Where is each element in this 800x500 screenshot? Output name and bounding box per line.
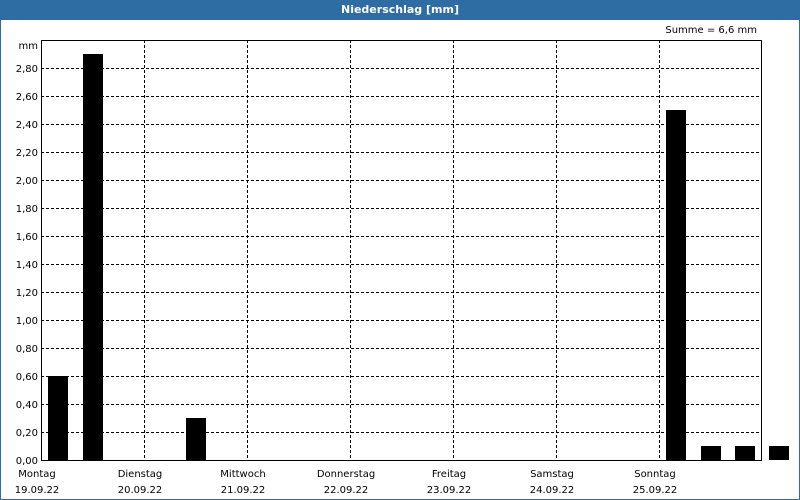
x-tick-day-label: Mittwoch — [220, 469, 265, 480]
bar — [701, 446, 721, 460]
grid-lines — [41, 40, 761, 460]
x-tick-date-label: 23.09.22 — [427, 485, 472, 496]
x-tick-date-label: 22.09.22 — [324, 485, 369, 496]
y-tick-label: 1,40 — [16, 260, 38, 271]
x-tick-date-label: 25.09.22 — [633, 485, 678, 496]
x-tick-day-label: Samstag — [530, 469, 574, 480]
y-tick-label: 0,80 — [16, 344, 38, 355]
y-axis-tick-labels: 0,00 0,20 0,40 0,60 0,80 1,00 1,20 1,40 1,60 1,80… — [16, 64, 38, 467]
x-tick-date-label: 21.09.22 — [221, 485, 266, 496]
y-tick-label: 2,60 — [16, 92, 38, 103]
x-tick-day-label: Sonntag — [634, 469, 676, 480]
y-tick-label: 1,80 — [16, 204, 38, 215]
x-tick-day-label: Dienstag — [118, 469, 163, 480]
x-tick-date-label: 19.09.22 — [15, 485, 60, 496]
y-tick-label: 1,00 — [16, 316, 38, 327]
bar — [48, 376, 68, 460]
bar — [83, 54, 103, 460]
y-tick-label: 2,00 — [16, 176, 38, 187]
y-tick-label: 1,20 — [16, 288, 38, 299]
bar-series — [48, 54, 789, 460]
bar — [666, 110, 686, 460]
x-tick-date-label: 20.09.22 — [118, 485, 163, 496]
bar — [186, 418, 206, 460]
y-tick-label: 2,80 — [16, 64, 38, 75]
y-tick-label: 2,40 — [16, 120, 38, 131]
bar — [769, 446, 789, 460]
y-tick-label: 2,20 — [16, 148, 38, 159]
plot-area-border — [41, 40, 762, 461]
bar — [735, 446, 755, 460]
x-tick-day-label: Montag — [18, 469, 55, 480]
y-tick-label: 0,20 — [16, 428, 38, 439]
y-tick-label: 0,60 — [16, 372, 38, 383]
y-tick-label: 1,60 — [16, 232, 38, 243]
x-tick-day-label: Donnerstag — [317, 469, 375, 480]
x-axis-tick-labels: Montag 19.09.22 Dienstag 20.09.22 Mittwoch 21… — [15, 469, 678, 496]
y-axis-label: mm — [19, 41, 38, 52]
y-tick-label: 0,00 — [16, 456, 38, 467]
x-tick-date-label: 24.09.22 — [530, 485, 575, 496]
x-tick-day-label: Freitag — [432, 469, 466, 480]
precipitation-chart: 0,00 0,20 0,40 0,60 0,80 1,00 1,20 1,40 1,60 1,80… — [15, 40, 789, 496]
y-tick-label: 0,40 — [16, 400, 38, 411]
